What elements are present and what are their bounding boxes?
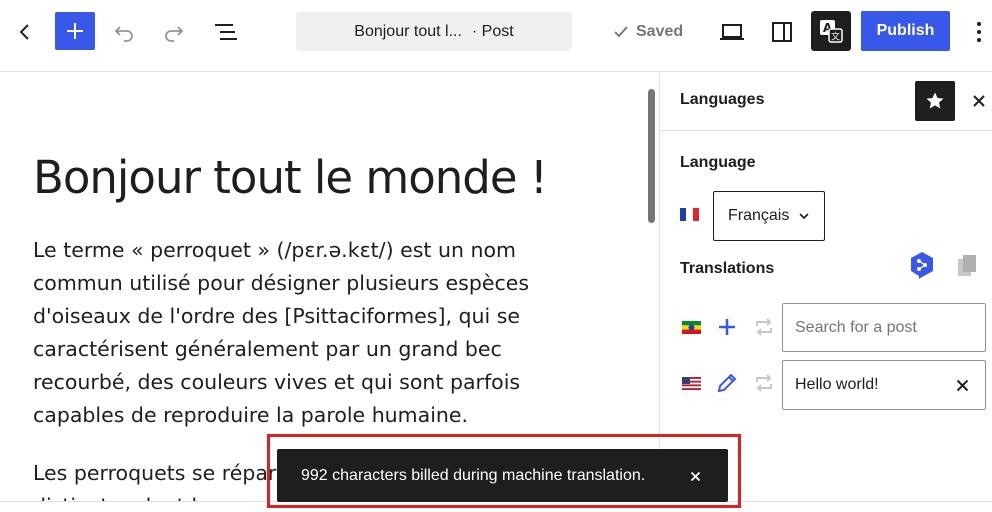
star-icon [926,92,944,109]
post-title[interactable]: Bonjour tout le monde ! [33,151,548,204]
plus-icon [67,23,83,39]
more-vertical-icon [977,22,981,42]
settings-sidebar-button[interactable] [762,12,802,52]
laptop-preview-icon [720,24,744,40]
back-arrow-icon [19,24,29,40]
deepl-icon[interactable] [908,250,936,280]
pencil-icon [717,373,737,393]
plus-icon [719,319,735,335]
close-panel-button[interactable] [967,89,991,113]
add-translation-button[interactable] [715,315,739,339]
add-block-button[interactable] [55,12,95,50]
close-icon [956,379,968,391]
document-bar[interactable]: Bonjour tout l... · Post [296,12,572,51]
svg-text:文: 文 [831,31,840,43]
redo-button[interactable] [156,12,192,52]
sync-icon [756,374,772,392]
paragraph-block[interactable]: Le terme « perroquet » (/pɛr.ə.kɛt/) est… [33,234,573,432]
unlink-translation-button[interactable] [951,374,973,396]
translate-plugin-button[interactable]: A 文 [811,11,851,51]
search-post-input[interactable] [782,303,986,352]
undo-button[interactable] [106,12,142,52]
close-icon [973,95,985,107]
pin-panel-button[interactable] [915,81,955,121]
document-title: Bonjour tout l... [354,22,462,40]
sync-translation-button[interactable] [752,371,776,395]
undo-icon [114,26,133,42]
back-button[interactable] [8,12,40,52]
check-icon [614,26,628,38]
post-type-label: · Post [471,22,514,40]
sync-icon [756,318,772,336]
copy-icon[interactable] [956,254,978,278]
document-overview-icon [215,24,237,40]
saved-label: Saved [636,23,684,40]
panel-header: Languages [660,73,992,131]
flag-us-icon [682,377,701,390]
chevron-down-icon [799,213,809,220]
language-heading: Language [680,154,756,171]
document-overview-button[interactable] [206,12,246,52]
linked-translation-field[interactable]: Hello world! [782,360,986,410]
publish-button[interactable]: Publish [861,11,950,51]
preview-button[interactable] [712,12,752,52]
options-button[interactable] [966,12,992,52]
flag-fr-icon [680,208,699,221]
sidebar-icon [772,22,792,42]
editor-toolbar: Bonjour tout l... · Post Saved A 文 Publi… [0,0,992,72]
highlight-box [267,434,741,508]
saved-status: Saved [612,12,683,52]
redo-icon [165,26,184,42]
translate-icon: A 文 [820,20,843,43]
panel-title: Languages [680,91,765,108]
editor-scrollbar[interactable] [648,89,655,223]
flag-am-icon [682,321,701,334]
sync-translation-button[interactable] [752,315,776,339]
translations-heading: Translations [680,260,775,277]
language-select[interactable]: Français [713,191,825,241]
linked-post-title: Hello world! [795,376,879,393]
edit-translation-button[interactable] [715,371,739,395]
language-select-value: Français [728,207,790,224]
